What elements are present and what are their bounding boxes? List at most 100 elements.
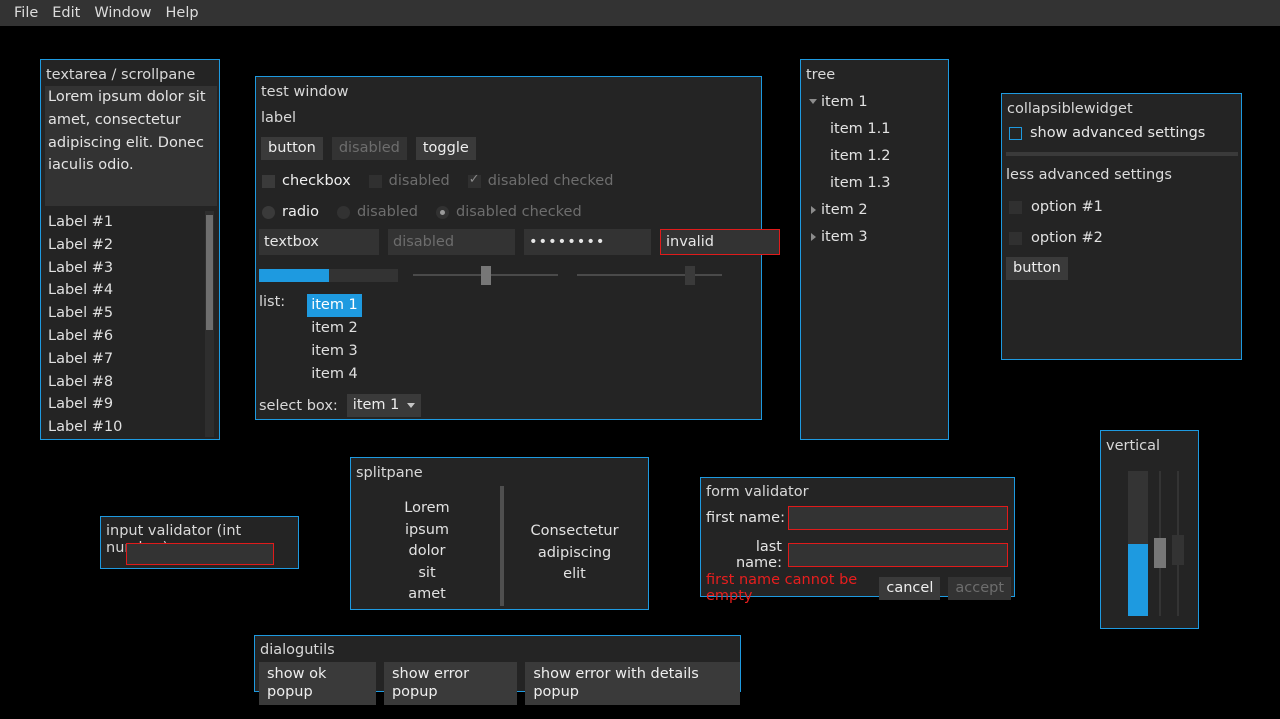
list-item[interactable]: Label #5	[45, 302, 217, 325]
selectbox[interactable]: item 1	[347, 394, 422, 417]
list-item[interactable]: Label #9	[45, 393, 217, 416]
vertical-panel-title: vertical	[1106, 438, 1160, 455]
label-list-scrollpane[interactable]: Label #1 Label #2 Label #3 Label #4 Labe…	[45, 211, 217, 436]
tree-row[interactable]: item 1	[805, 88, 946, 115]
input-validator-field[interactable]	[126, 543, 274, 565]
form-actions-row: first name cannot be empty cancel accept	[706, 572, 1011, 604]
splitpane-right-line: adipiscing	[504, 543, 645, 565]
tree-row-label[interactable]: item 1	[821, 94, 868, 110]
list-item[interactable]: Label #8	[45, 371, 217, 394]
menu-item-edit[interactable]: Edit	[45, 2, 87, 24]
option-1-label[interactable]: option #1	[1031, 199, 1103, 215]
menu-item-file[interactable]: File	[7, 2, 45, 24]
slider-thumb[interactable]	[685, 266, 695, 285]
selectbox-label: select box:	[259, 398, 338, 414]
check-mark-icon: ✓	[469, 172, 480, 188]
vertical-slider-3[interactable]	[1171, 471, 1185, 616]
radio-disabled-checked-button	[436, 206, 449, 219]
tree: item 1 item 1.1 item 1.2 item 1.3 item 2…	[805, 88, 946, 250]
splitpane-left-line: dolor	[354, 541, 500, 563]
slider-thumb[interactable]	[481, 266, 491, 285]
first-name-field[interactable]	[788, 506, 1008, 530]
radio-disabled-checked-label: disabled checked	[456, 204, 582, 220]
tree-row[interactable]: item 1.2	[805, 142, 946, 169]
list-item[interactable]: item 2	[307, 317, 362, 340]
checkbox-disabled-label: disabled	[389, 173, 450, 189]
tree-row[interactable]: item 2	[805, 196, 946, 223]
last-name-field[interactable]	[788, 543, 1008, 567]
radio-normal-button[interactable]	[262, 206, 275, 219]
tree-row-label[interactable]: item 3	[821, 229, 868, 245]
list-item[interactable]: Label #10	[45, 416, 217, 436]
button-normal[interactable]: button	[261, 137, 323, 160]
option-2-checkbox[interactable]	[1009, 232, 1022, 245]
vertical-slider-fill	[1128, 544, 1148, 617]
dialogutils-title: dialogutils	[260, 642, 335, 659]
menu-item-window[interactable]: Window	[87, 2, 158, 24]
cancel-button[interactable]: cancel	[879, 577, 940, 600]
radio-row: radio disabled disabled checked	[262, 204, 582, 220]
list-item[interactable]: Label #1	[45, 211, 217, 234]
tree-collapsed-arrow-icon[interactable]	[805, 233, 821, 241]
splitpane-left-line: Lorem	[354, 498, 500, 520]
show-advanced-settings-checkbox[interactable]	[1009, 127, 1022, 140]
show-error-with-details-popup-button[interactable]: show error with details popup	[525, 662, 740, 705]
show-advanced-settings-label[interactable]: show advanced settings	[1030, 125, 1205, 141]
dialogutils-panel: dialogutils show ok popup show error pop…	[254, 635, 741, 692]
splitpane-left-line: sit	[354, 563, 500, 585]
option-2-label[interactable]: option #2	[1031, 230, 1103, 246]
show-error-popup-button[interactable]: show error popup	[384, 662, 517, 705]
tree-row[interactable]: item 1.1	[805, 115, 946, 142]
textbox-invalid[interactable]	[660, 229, 780, 255]
tree-expanded-arrow-icon[interactable]	[805, 99, 821, 104]
vertical-slider-thumb[interactable]	[1172, 535, 1184, 565]
button-toggle[interactable]: toggle	[416, 137, 476, 160]
option-1-row[interactable]: option #1	[1009, 199, 1103, 215]
tree-row-label[interactable]: item 2	[821, 202, 868, 218]
tree-row[interactable]: item 1.3	[805, 169, 946, 196]
checkbox-normal-box[interactable]	[262, 175, 275, 188]
option-1-checkbox[interactable]	[1009, 201, 1022, 214]
checkbox-normal-label[interactable]: checkbox	[282, 173, 351, 189]
list-item[interactable]: item 4	[307, 363, 362, 386]
tree-row-label[interactable]: item 1.1	[830, 121, 890, 137]
list-item[interactable]: Label #6	[45, 325, 217, 348]
option-2-row[interactable]: option #2	[1009, 230, 1103, 246]
vertical-slider-2[interactable]	[1153, 471, 1167, 616]
tree-collapsed-arrow-icon[interactable]	[805, 206, 821, 214]
form-validator-title: form validator	[706, 484, 809, 501]
divider	[1006, 152, 1238, 156]
splitpane-left-line: ipsum	[354, 520, 500, 542]
scrollbar-thumb[interactable]	[206, 215, 213, 330]
collapsiblewidget-button[interactable]: button	[1006, 257, 1068, 280]
textarea-input[interactable]: Lorem ipsum dolor sit amet, consectetur …	[45, 86, 217, 206]
slider-horizontal-2[interactable]	[577, 265, 722, 285]
collapsiblewidget-title: collapsiblewidget	[1007, 101, 1133, 118]
list-item-selected[interactable]: item 1	[307, 294, 362, 317]
tree-row-label[interactable]: item 1.3	[830, 175, 890, 191]
menu-item-help[interactable]: Help	[159, 2, 206, 24]
splitpane-right: Consectetur adipiscing elit	[504, 486, 645, 606]
vertical-sliders-panel: vertical	[1100, 430, 1199, 629]
textbox-normal[interactable]	[259, 229, 379, 255]
label-list-scrollbar[interactable]	[205, 211, 214, 437]
tree-row[interactable]: item 3	[805, 223, 946, 250]
list-item[interactable]: Label #3	[45, 257, 217, 280]
list-item[interactable]: Label #4	[45, 279, 217, 302]
list-item[interactable]: item 3	[307, 340, 362, 363]
splitpane-panel: splitpane Lorem ipsum dolor sit amet Con…	[350, 457, 649, 610]
vertical-slider-filled[interactable]	[1128, 471, 1148, 616]
radio-normal-label[interactable]: radio	[282, 204, 319, 220]
vertical-slider-thumb[interactable]	[1154, 538, 1166, 568]
list-item[interactable]: Label #7	[45, 348, 217, 371]
show-advanced-settings-toggle[interactable]: show advanced settings	[1009, 125, 1205, 141]
button-disabled: disabled	[332, 137, 407, 160]
first-name-label: first name:	[706, 510, 788, 526]
textbox-password[interactable]	[524, 229, 651, 255]
menubar: File Edit Window Help	[0, 0, 1280, 26]
show-ok-popup-button[interactable]: show ok popup	[259, 662, 376, 705]
collapsiblewidget-panel: collapsiblewidget show advanced settings…	[1001, 93, 1242, 360]
list-item[interactable]: Label #2	[45, 234, 217, 257]
slider-horizontal-1[interactable]	[413, 265, 558, 285]
tree-row-label[interactable]: item 1.2	[830, 148, 890, 164]
